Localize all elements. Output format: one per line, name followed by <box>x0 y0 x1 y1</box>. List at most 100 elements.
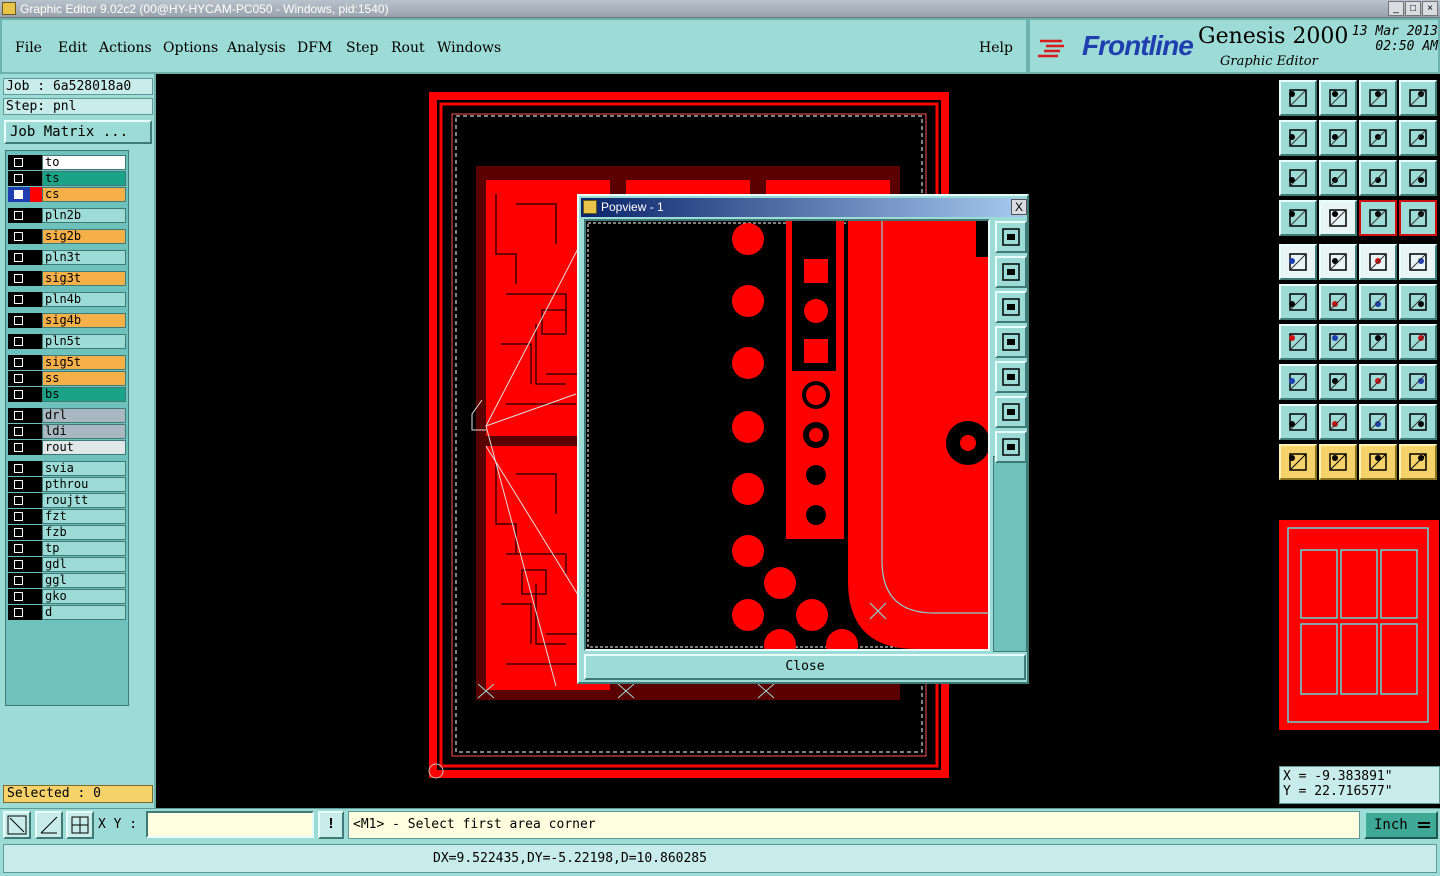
layer-name[interactable]: gdl <box>42 557 126 572</box>
angle-button[interactable] <box>1279 324 1317 360</box>
popview-zoom-out-button[interactable] <box>995 396 1027 428</box>
layer-color-swatch[interactable] <box>30 371 42 386</box>
layer-color-swatch[interactable] <box>30 493 42 508</box>
layer-name[interactable]: tp <box>42 541 126 556</box>
minus-button[interactable] <box>1319 364 1357 400</box>
popview-pan-left-button[interactable] <box>995 326 1027 358</box>
layer-name[interactable]: pln5t <box>42 334 126 349</box>
layer-row-bs[interactable]: bs <box>8 387 126 402</box>
text-button[interactable] <box>1399 324 1437 360</box>
popview-pan-down-button[interactable] <box>995 291 1027 323</box>
layer-checkbox[interactable] <box>8 155 30 170</box>
popview-pan-right-button[interactable] <box>995 361 1027 393</box>
xy-input[interactable] <box>146 811 314 838</box>
layer-color-swatch[interactable] <box>30 387 42 402</box>
layer-checkbox[interactable] <box>8 371 30 386</box>
pan-down-button[interactable] <box>1319 80 1357 116</box>
layer-color-swatch[interactable] <box>30 440 42 455</box>
pan-right-button[interactable] <box>1319 120 1357 156</box>
menu-actions[interactable]: Actions <box>99 40 152 56</box>
menu-help[interactable]: Help <box>979 40 1013 56</box>
layer-name[interactable]: cs <box>42 187 126 202</box>
popview-zoom-in-button[interactable] <box>995 221 1027 253</box>
layer-name[interactable]: pln4b <box>42 292 126 307</box>
layer-color-swatch[interactable] <box>30 477 42 492</box>
layer-checkbox[interactable] <box>8 171 30 186</box>
layer-name[interactable]: ss <box>42 371 126 386</box>
layer-checkbox[interactable] <box>8 250 30 265</box>
layer-row-d[interactable]: d <box>8 605 126 620</box>
layer-color-swatch[interactable] <box>30 408 42 423</box>
layer-checkbox[interactable] <box>8 477 30 492</box>
layer-name[interactable]: fzb <box>42 525 126 540</box>
layer-checkbox[interactable] <box>8 313 30 328</box>
layer-color-swatch[interactable] <box>30 355 42 370</box>
zoom-center-button[interactable] <box>1319 160 1357 196</box>
layer-color-swatch[interactable] <box>30 557 42 572</box>
layer-name[interactable]: sig3t <box>42 271 126 286</box>
layer-checkbox[interactable] <box>8 605 30 620</box>
alert-button[interactable]: ! <box>318 811 344 839</box>
layer-checkbox[interactable] <box>8 355 30 370</box>
curve-button[interactable] <box>1359 324 1397 360</box>
layer-row-cs[interactable]: cs <box>8 187 126 202</box>
layer-checkbox[interactable] <box>8 187 30 202</box>
layer-name[interactable]: svia <box>42 461 126 476</box>
layer-color-swatch[interactable] <box>30 208 42 223</box>
layer-checkbox[interactable] <box>8 408 30 423</box>
layer-row-fzb[interactable]: fzb <box>8 525 126 540</box>
select-box-button[interactable] <box>1319 444 1357 480</box>
layer-checkbox[interactable] <box>8 440 30 455</box>
layer-row-tp[interactable]: tp <box>8 541 126 556</box>
minimize-button[interactable]: _ <box>1388 1 1404 16</box>
layer-name[interactable]: fzt <box>42 509 126 524</box>
menu-rout[interactable]: Rout <box>391 40 425 56</box>
layer-checkbox[interactable] <box>8 334 30 349</box>
layer-name[interactable]: ggl <box>42 573 126 588</box>
menu-dfm[interactable]: DFM <box>297 40 332 56</box>
pan-left-button[interactable] <box>1279 120 1317 156</box>
layer-row-pln2b[interactable]: pln2b <box>8 208 126 223</box>
layers-red-button[interactable] <box>1359 200 1397 236</box>
layer-checkbox[interactable] <box>8 557 30 572</box>
overview-map[interactable] <box>1279 520 1439 730</box>
arrow-b-button[interactable] <box>1399 404 1437 440</box>
layer-color-swatch[interactable] <box>30 589 42 604</box>
scale-1-2-button[interactable] <box>1359 160 1397 196</box>
layer-checkbox[interactable] <box>8 271 30 286</box>
cross-button[interactable] <box>1319 284 1357 320</box>
layer-row-svia[interactable]: svia <box>8 461 126 476</box>
job-matrix-button[interactable]: Job Matrix ... <box>4 120 152 144</box>
layer-name[interactable]: sig5t <box>42 355 126 370</box>
layer-name[interactable]: pln3t <box>42 250 126 265</box>
layer-row-sig2b[interactable]: sig2b <box>8 229 126 244</box>
zoom-area-button[interactable] <box>3 811 31 839</box>
ruler-button[interactable] <box>1359 244 1397 280</box>
layer-name[interactable]: pthrou <box>42 477 126 492</box>
popview-close-x-button[interactable]: X <box>1011 199 1027 215</box>
circle-pad-button[interactable] <box>1399 244 1437 280</box>
layer-row-ldi[interactable]: ldi <box>8 424 126 439</box>
arrow-a-button[interactable] <box>1359 404 1397 440</box>
layer-checkbox[interactable] <box>8 292 30 307</box>
dimension-button[interactable] <box>1359 364 1397 400</box>
layer-checkbox[interactable] <box>8 525 30 540</box>
menu-analysis[interactable]: Analysis <box>227 40 286 56</box>
layer-row-ts[interactable]: ts <box>8 171 126 186</box>
layer-color-swatch[interactable] <box>30 509 42 524</box>
layer-name[interactable]: ldi <box>42 424 126 439</box>
layer-checkbox[interactable] <box>8 573 30 588</box>
layer-row-sig5t[interactable]: sig5t <box>8 355 126 370</box>
triangle-button[interactable] <box>1279 404 1317 440</box>
menu-options[interactable]: Options <box>163 40 218 56</box>
select-net-button[interactable] <box>1399 444 1437 480</box>
popview-canvas[interactable] <box>584 219 990 661</box>
help-query-button[interactable] <box>1399 160 1437 196</box>
layer-name[interactable]: roujtt <box>42 493 126 508</box>
layer-row-pthrou[interactable]: pthrou <box>8 477 126 492</box>
layer-color-swatch[interactable] <box>30 250 42 265</box>
layer-name[interactable]: sig4b <box>42 313 126 328</box>
layer-name[interactable]: bs <box>42 387 126 402</box>
grid-button[interactable] <box>1319 200 1357 236</box>
layer-color-swatch[interactable] <box>30 605 42 620</box>
